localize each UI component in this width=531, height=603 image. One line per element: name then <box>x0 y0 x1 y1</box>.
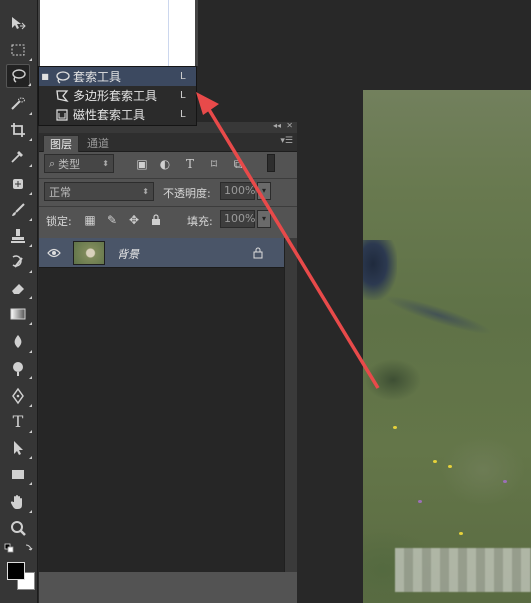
layer-row[interactable]: 背景 <box>39 238 284 268</box>
flower <box>393 426 397 429</box>
flower <box>433 460 437 463</box>
lock-all-icon[interactable] <box>149 213 163 227</box>
fill-dropdown-button[interactable]: ▾ <box>257 210 271 228</box>
flower <box>459 532 463 535</box>
search-icon: ⌕ <box>49 156 56 170</box>
marquee-icon[interactable] <box>6 38 32 62</box>
foreground-color-swatch[interactable] <box>7 562 25 580</box>
swap-colors-icon[interactable] <box>4 542 34 556</box>
color-swatches[interactable] <box>4 560 36 592</box>
panel-menu-icon[interactable]: ▾☰ <box>280 136 293 146</box>
tool-bar: T <box>0 0 38 603</box>
type-filter-icon[interactable]: T <box>183 157 197 171</box>
pixel-filter-icon[interactable]: ▣ <box>135 157 149 171</box>
blend-mode-value: 正常 <box>49 185 71 199</box>
blend-mode-select[interactable]: 正常 ⬍ <box>44 182 154 201</box>
layers-scrollbar[interactable] <box>284 238 297 572</box>
quick-select-icon[interactable] <box>6 92 32 116</box>
fill-input[interactable]: 100% <box>220 210 255 228</box>
shape-icon[interactable] <box>6 462 32 486</box>
guide-line <box>168 0 169 66</box>
smart-object-filter-icon[interactable]: ⧉ <box>231 157 245 171</box>
eyedropper-icon[interactable] <box>6 144 32 168</box>
layer-name[interactable]: 背景 <box>117 246 139 262</box>
path-select-icon[interactable] <box>6 436 32 460</box>
divider <box>39 206 297 207</box>
adjustment-filter-icon[interactable]: ◐ <box>158 157 172 171</box>
shortcut-key: L <box>180 90 186 101</box>
panel-tabs: 图层 通道 ▾☰ <box>39 133 297 152</box>
panel-body: ⌕ 类型 ⬍ ▣ ◐ T ⌑ ⧉ 正常 ⬍ 不透明度: 100% ▾ 锁定: ▦… <box>39 152 297 603</box>
fill-label: 填充: <box>187 215 213 228</box>
magnetic-lasso-icon <box>51 108 73 122</box>
stamp-icon[interactable] <box>6 224 32 248</box>
move-icon[interactable] <box>6 12 30 36</box>
history-brush-icon[interactable] <box>6 250 32 274</box>
opacity-dropdown-button[interactable]: ▾ <box>257 182 271 200</box>
brush-icon[interactable] <box>6 198 32 222</box>
selected-bullet: ■ <box>41 72 49 81</box>
flyout-item-lasso[interactable]: ■ 套索工具 L <box>39 67 196 86</box>
tab-channels[interactable]: 通道 <box>81 135 115 152</box>
close-panel-icon[interactable]: ✕ <box>286 121 293 130</box>
opacity-input[interactable]: 100% <box>220 182 255 200</box>
lock-image-icon[interactable]: ✎ <box>105 213 119 227</box>
lasso-icon[interactable] <box>6 64 31 88</box>
flyout-item-label: 磁性套索工具 <box>73 108 146 122</box>
type-tool-glyph: T <box>12 412 24 431</box>
photo-canvas[interactable] <box>363 90 531 603</box>
shortcut-key: L <box>180 109 186 120</box>
filter-toggle[interactable] <box>267 154 275 172</box>
type-icon[interactable]: T <box>6 410 32 434</box>
crop-icon[interactable] <box>6 118 32 142</box>
healing-icon[interactable] <box>6 172 32 196</box>
eye-icon[interactable] <box>47 247 61 259</box>
photo-chain <box>370 275 506 355</box>
lock-icon <box>253 247 265 259</box>
document-canvas[interactable] <box>38 0 198 66</box>
blur-icon[interactable] <box>6 330 32 354</box>
pen-icon[interactable] <box>6 384 32 408</box>
lock-label: 锁定: <box>46 215 72 228</box>
flyout-item-polygonal-lasso[interactable]: 多边形套索工具 L <box>39 86 196 105</box>
dodge-icon[interactable] <box>6 356 32 380</box>
flower <box>418 500 422 503</box>
flyout-item-magnetic-lasso[interactable]: 磁性套索工具 L <box>39 105 196 124</box>
hand-icon[interactable] <box>6 490 32 514</box>
tab-layers[interactable]: 图层 <box>43 135 79 152</box>
gradient-icon[interactable] <box>6 302 32 326</box>
polygonal-lasso-icon <box>51 89 73 103</box>
flower <box>503 480 507 483</box>
opacity-label: 不透明度: <box>163 187 211 200</box>
watermark <box>395 548 531 592</box>
layers-panel: ◂◂ ✕ 图层 通道 ▾☰ ⌕ 类型 ⬍ ▣ ◐ T ⌑ ⧉ 正常 ⬍ 不透明度… <box>39 121 297 603</box>
chevron-updown-icon: ⬍ <box>142 187 149 196</box>
shape-filter-icon[interactable]: ⌑ <box>207 157 221 171</box>
flyout-item-label: 套索工具 <box>73 70 122 84</box>
shortcut-key: L <box>180 71 186 82</box>
flower <box>448 465 452 468</box>
chevron-updown-icon: ⬍ <box>102 159 109 168</box>
lasso-tool-flyout: ■ 套索工具 L 多边形套索工具 L 磁性套索工具 L <box>38 66 197 126</box>
eraser-icon[interactable] <box>6 276 32 300</box>
collapse-panel-icon[interactable]: ◂◂ <box>273 121 281 130</box>
lock-transparent-icon[interactable]: ▦ <box>83 213 97 227</box>
filter-kind-value: 类型 <box>58 157 81 171</box>
layer-list: 背景 <box>39 238 284 572</box>
divider <box>39 178 297 179</box>
layer-thumbnail <box>73 241 105 265</box>
zoom-icon[interactable] <box>6 516 30 540</box>
lock-position-icon[interactable]: ✥ <box>127 213 141 227</box>
flyout-item-label: 多边形套索工具 <box>73 89 158 103</box>
lasso-icon <box>51 70 73 84</box>
filter-kind-select[interactable]: ⌕ 类型 ⬍ <box>44 154 114 173</box>
